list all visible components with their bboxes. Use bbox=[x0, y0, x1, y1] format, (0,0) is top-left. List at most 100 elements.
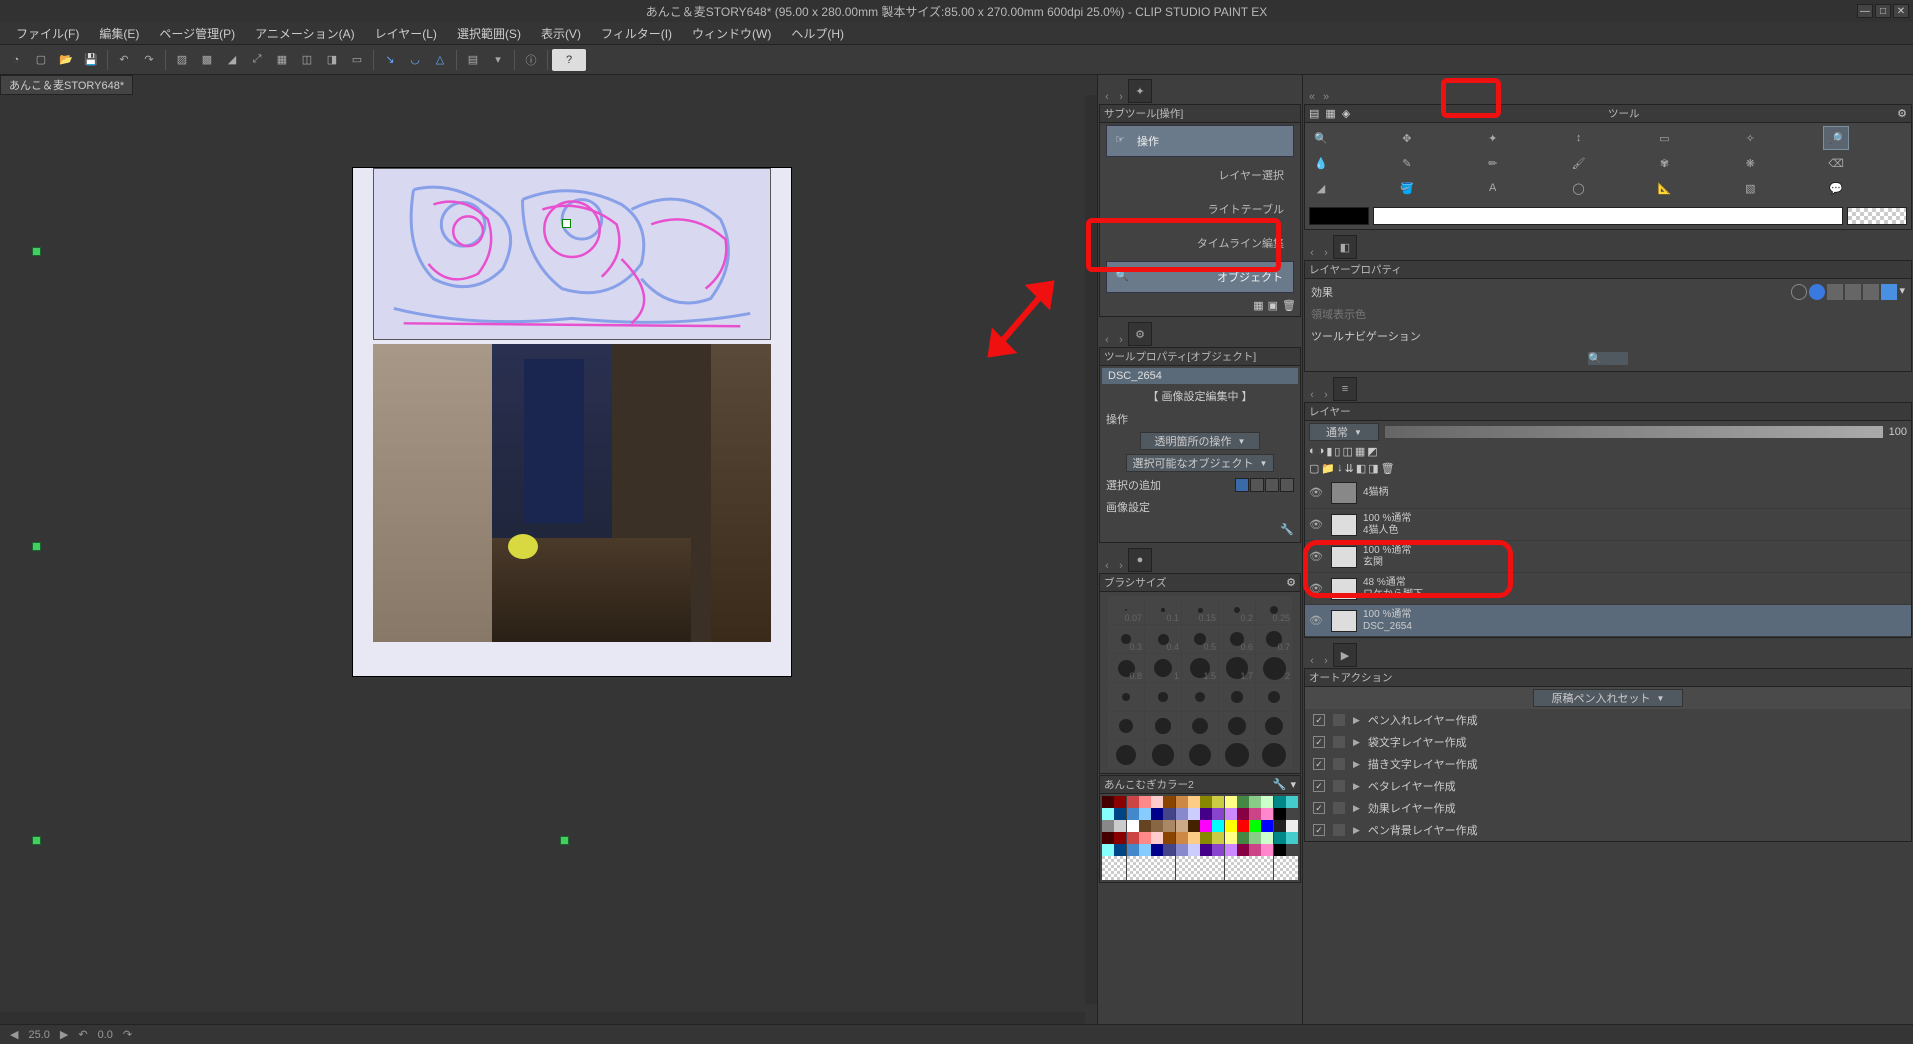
play-icon[interactable]: ▶ bbox=[1353, 803, 1360, 814]
transparent-dropdown[interactable]: 透明箇所の操作▼ bbox=[1140, 432, 1260, 450]
color-swatch[interactable] bbox=[1225, 832, 1237, 844]
color-swatch[interactable] bbox=[1261, 808, 1273, 820]
play-icon[interactable]: ▶ bbox=[1353, 715, 1360, 726]
color-swatch[interactable] bbox=[1274, 820, 1286, 832]
color-swatch[interactable] bbox=[1188, 856, 1200, 868]
color-swatches[interactable] bbox=[1102, 796, 1298, 880]
color-swatch[interactable] bbox=[1127, 844, 1139, 856]
color-swatch[interactable] bbox=[1102, 832, 1114, 844]
canvas-area[interactable]: あんこ＆麦STORY648* bbox=[0, 75, 1097, 1024]
play-icon[interactable]: ▶ bbox=[1353, 781, 1360, 792]
visibility-icon[interactable]: 👁 bbox=[1309, 486, 1325, 499]
color-swatch[interactable] bbox=[1188, 820, 1200, 832]
color-swatch[interactable] bbox=[1151, 808, 1163, 820]
open-icon[interactable]: 📂 bbox=[54, 49, 78, 71]
color-swatch[interactable] bbox=[1261, 796, 1273, 808]
select-mode-int[interactable] bbox=[1280, 478, 1294, 492]
text-tool-icon[interactable]: A bbox=[1480, 176, 1506, 200]
snap-special-icon[interactable]: ◡ bbox=[403, 49, 427, 71]
menu-page[interactable]: ページ管理(P) bbox=[149, 21, 245, 46]
color-swatch[interactable] bbox=[1200, 856, 1212, 868]
menu-edit[interactable]: 編集(E) bbox=[89, 21, 149, 46]
layer-row[interactable]: 👁 4猫柄 bbox=[1305, 477, 1911, 509]
color-swatch[interactable] bbox=[1127, 820, 1139, 832]
color-swatch[interactable] bbox=[1163, 844, 1175, 856]
color-swatch[interactable] bbox=[1200, 796, 1212, 808]
color-swatch[interactable] bbox=[1261, 868, 1273, 880]
toolprop-tab-icon[interactable]: ⚙ bbox=[1128, 322, 1152, 346]
color-swatch[interactable] bbox=[1102, 808, 1114, 820]
brush-size-cell[interactable]: 0.3 bbox=[1108, 625, 1144, 653]
background-color[interactable] bbox=[1373, 207, 1843, 225]
color-swatch[interactable] bbox=[1212, 808, 1224, 820]
rotate-left-icon[interactable]: ↶ bbox=[78, 1028, 87, 1041]
color-swatch[interactable] bbox=[1212, 820, 1224, 832]
menu-view[interactable]: 表示(V) bbox=[531, 21, 591, 46]
palette-icon[interactable]: ▦ bbox=[1325, 107, 1335, 120]
color-swatch[interactable] bbox=[1114, 832, 1126, 844]
chevron-left-icon[interactable]: ‹ bbox=[1100, 91, 1114, 103]
color-swatch[interactable] bbox=[1237, 820, 1249, 832]
color-swatch[interactable] bbox=[1225, 796, 1237, 808]
subtool-light-table[interactable]: ライトテーブル bbox=[1106, 193, 1294, 225]
record-icon[interactable] bbox=[1333, 714, 1345, 726]
color-swatch[interactable] bbox=[1212, 796, 1224, 808]
color-swatch[interactable] bbox=[1286, 820, 1298, 832]
color-swatch[interactable] bbox=[1102, 856, 1114, 868]
selectable-dropdown[interactable]: 選択可能なオブジェクト▼ bbox=[1126, 454, 1275, 472]
color-swatch[interactable] bbox=[1286, 844, 1298, 856]
brush-size-cell[interactable]: 0.8 bbox=[1108, 654, 1144, 682]
clip-studio-icon[interactable]: ◔ bbox=[4, 49, 28, 71]
canvas-page[interactable] bbox=[352, 167, 792, 677]
brush-tool-icon[interactable]: 🖌 bbox=[1566, 151, 1592, 175]
subtool-dup-icon[interactable]: ▣ bbox=[1268, 299, 1278, 312]
color-swatch[interactable] bbox=[1176, 808, 1188, 820]
subtool-layer-select[interactable]: レイヤー選択 bbox=[1106, 159, 1294, 191]
color-swatch[interactable] bbox=[1274, 844, 1286, 856]
color-swatch[interactable] bbox=[1188, 868, 1200, 880]
subtool-operation[interactable]: ☞操作 bbox=[1106, 125, 1294, 157]
color-swatch[interactable] bbox=[1163, 868, 1175, 880]
color-swatch[interactable] bbox=[1139, 844, 1151, 856]
eraser-tool-icon[interactable]: ⌫ bbox=[1823, 151, 1849, 175]
chevron-down-icon[interactable]: ▾ bbox=[1899, 284, 1905, 300]
color-swatch[interactable] bbox=[1286, 808, 1298, 820]
play-icon[interactable]: ▶ bbox=[1353, 825, 1360, 836]
color-swatch[interactable] bbox=[1249, 844, 1261, 856]
brush-size-cell[interactable] bbox=[1108, 712, 1144, 740]
select-mode-new[interactable] bbox=[1235, 478, 1249, 492]
color-swatch[interactable] bbox=[1261, 856, 1273, 868]
menu-selection[interactable]: 選択範囲(S) bbox=[447, 21, 531, 46]
color-swatch[interactable] bbox=[1127, 832, 1139, 844]
checkbox-icon[interactable]: ✓ bbox=[1313, 780, 1325, 792]
color-swatch[interactable] bbox=[1114, 808, 1126, 820]
subtool-timeline-edit[interactable]: タイムライン編集 bbox=[1106, 227, 1294, 259]
layer-transfer-icon[interactable]: ↓ bbox=[1337, 462, 1343, 475]
color-swatch[interactable] bbox=[1237, 868, 1249, 880]
menu-filter[interactable]: フィルター(I) bbox=[591, 21, 682, 46]
nav-zoom-icon[interactable]: 🔍 bbox=[1588, 352, 1628, 365]
color-swatch[interactable] bbox=[1151, 868, 1163, 880]
brush-size-cell[interactable] bbox=[1145, 683, 1181, 711]
layer-action-icon[interactable]: ◫ bbox=[1342, 445, 1352, 458]
redo-icon[interactable]: ↷ bbox=[137, 49, 161, 71]
layer-action-icon[interactable]: ▦ bbox=[1355, 445, 1365, 458]
pen-tool-icon[interactable]: ✎ bbox=[1394, 151, 1420, 175]
color-swatch[interactable] bbox=[1237, 832, 1249, 844]
checkbox-icon[interactable]: ✓ bbox=[1313, 714, 1325, 726]
new-layer-icon[interactable]: ▢ bbox=[1309, 462, 1319, 475]
effect-icon[interactable] bbox=[1863, 284, 1879, 300]
wrench-icon[interactable]: 🔧 bbox=[1280, 523, 1294, 536]
layer-row[interactable]: 👁 100 %通常4猫人色 bbox=[1305, 509, 1911, 541]
move-layer-tool-icon[interactable]: ↕ bbox=[1566, 126, 1592, 150]
color-swatch[interactable] bbox=[1176, 820, 1188, 832]
close-button[interactable]: ✕ bbox=[1893, 4, 1909, 18]
transparent-color[interactable] bbox=[1847, 207, 1907, 225]
blend-mode-dropdown[interactable]: 通常▼ bbox=[1309, 423, 1379, 441]
gear-icon[interactable]: ⚙ bbox=[1897, 107, 1907, 120]
canvas-scrollbar-horizontal[interactable] bbox=[0, 1012, 1085, 1024]
layer-mask-icon[interactable]: ◧ bbox=[1356, 462, 1366, 475]
color-swatch[interactable] bbox=[1127, 796, 1139, 808]
effect-border-icon[interactable] bbox=[1791, 284, 1807, 300]
layer-row[interactable]: 👁 48 %通常ロケから脚下 bbox=[1305, 573, 1911, 605]
